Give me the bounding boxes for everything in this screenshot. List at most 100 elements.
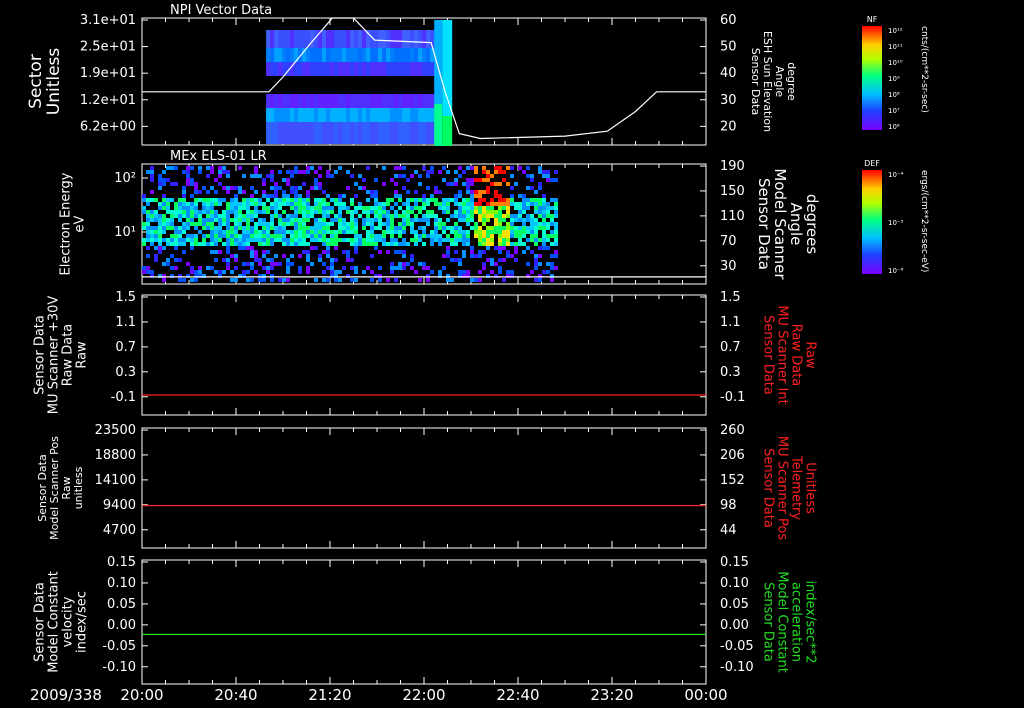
heat-cell bbox=[322, 238, 326, 242]
heat-cell bbox=[382, 202, 386, 206]
heat-cell bbox=[514, 246, 518, 250]
heat-cell bbox=[322, 108, 327, 122]
heat-cell bbox=[322, 190, 326, 194]
heat-cell bbox=[394, 94, 399, 108]
heat-cell bbox=[166, 198, 170, 202]
heat-cell bbox=[422, 206, 426, 210]
left-tick-label: 1.1 bbox=[115, 315, 136, 330]
heat-cell bbox=[278, 230, 282, 234]
heat-cell bbox=[462, 198, 466, 202]
heat-cell bbox=[246, 210, 250, 214]
heat-cell bbox=[378, 122, 383, 144]
heat-cell bbox=[514, 206, 518, 210]
heat-cell bbox=[386, 250, 390, 254]
heat-cell bbox=[266, 210, 270, 214]
heat-cell bbox=[434, 98, 443, 104]
panel-frame bbox=[141, 294, 707, 416]
heat-cell bbox=[502, 178, 506, 182]
heat-cell bbox=[526, 230, 530, 234]
heat-cell bbox=[442, 254, 446, 258]
heat-cell bbox=[178, 218, 182, 222]
heat-cell bbox=[350, 266, 354, 270]
heat-cell bbox=[514, 182, 518, 186]
heat-cell bbox=[382, 230, 386, 234]
heat-cell bbox=[410, 210, 414, 214]
heat-cell bbox=[550, 178, 554, 182]
heat-cell bbox=[434, 230, 438, 234]
heat-cell bbox=[146, 246, 150, 250]
heat-cell bbox=[398, 166, 402, 170]
heat-cell bbox=[354, 62, 359, 76]
heat-cell bbox=[226, 242, 230, 246]
heat-cell bbox=[470, 278, 474, 282]
heat-cell bbox=[478, 234, 482, 238]
heat-cell bbox=[222, 170, 226, 174]
heat-cell bbox=[230, 202, 234, 206]
heat-cell bbox=[186, 182, 190, 186]
heat-cell bbox=[422, 198, 426, 202]
heat-cell bbox=[490, 242, 494, 246]
heat-cell bbox=[434, 198, 438, 202]
heat-cell bbox=[326, 230, 330, 234]
heat-cell bbox=[358, 174, 362, 178]
heat-cell bbox=[502, 214, 506, 218]
heat-cell bbox=[386, 226, 390, 230]
heat-cell bbox=[498, 258, 502, 262]
heat-cell bbox=[218, 170, 222, 174]
heat-cell bbox=[278, 262, 282, 266]
heat-cell bbox=[282, 230, 286, 234]
heat-cell bbox=[422, 48, 427, 62]
heat-cell bbox=[462, 238, 466, 242]
heat-cell bbox=[426, 94, 431, 108]
heat-cell bbox=[250, 202, 254, 206]
heat-cell bbox=[526, 218, 530, 222]
heat-cell bbox=[210, 250, 214, 254]
heat-cell bbox=[318, 226, 322, 230]
heat-cell bbox=[270, 258, 274, 262]
heat-cell bbox=[510, 174, 514, 178]
heat-cell bbox=[218, 226, 222, 230]
heat-cell bbox=[538, 166, 542, 170]
heat-cell bbox=[494, 218, 498, 222]
heat-cell bbox=[314, 234, 318, 238]
heat-cell bbox=[294, 62, 299, 76]
colorbar-tick-label: 10¹¹ bbox=[888, 43, 903, 51]
heat-cell bbox=[506, 198, 510, 202]
heat-cell bbox=[282, 278, 286, 282]
heat-cell bbox=[498, 246, 502, 250]
heat-cell bbox=[402, 226, 406, 230]
heat-cell bbox=[518, 218, 522, 222]
heat-cell bbox=[310, 246, 314, 250]
heat-cell bbox=[238, 210, 242, 214]
heat-cell bbox=[342, 48, 347, 62]
heat-cell bbox=[366, 94, 371, 108]
heat-cell bbox=[414, 170, 418, 174]
heat-cell bbox=[366, 122, 371, 144]
heat-cell bbox=[146, 198, 150, 202]
heat-cell bbox=[310, 94, 315, 108]
heat-cell bbox=[306, 218, 310, 222]
heat-cell bbox=[530, 198, 534, 202]
right-tick-label: 98 bbox=[720, 498, 737, 513]
heat-cell bbox=[158, 250, 162, 254]
heat-cell bbox=[278, 108, 283, 122]
heat-cell bbox=[538, 222, 542, 226]
right-tick-label: 0.7 bbox=[720, 340, 741, 355]
heat-cell bbox=[250, 278, 254, 282]
heat-cell bbox=[330, 234, 334, 238]
heat-cell bbox=[254, 210, 258, 214]
heat-cell bbox=[142, 238, 146, 242]
heat-cell bbox=[254, 198, 258, 202]
heat-cell bbox=[502, 234, 506, 238]
heat-cell bbox=[166, 178, 170, 182]
heat-cell bbox=[162, 202, 166, 206]
heat-cell bbox=[166, 210, 170, 214]
heat-cell bbox=[342, 62, 347, 76]
heat-cell bbox=[254, 166, 258, 170]
heat-cell bbox=[354, 266, 358, 270]
heat-cell bbox=[266, 174, 270, 178]
left-axis-title-line: Model Constant bbox=[47, 571, 62, 673]
heat-cell bbox=[318, 166, 322, 170]
heat-cell bbox=[454, 170, 458, 174]
heat-cell bbox=[202, 198, 206, 202]
